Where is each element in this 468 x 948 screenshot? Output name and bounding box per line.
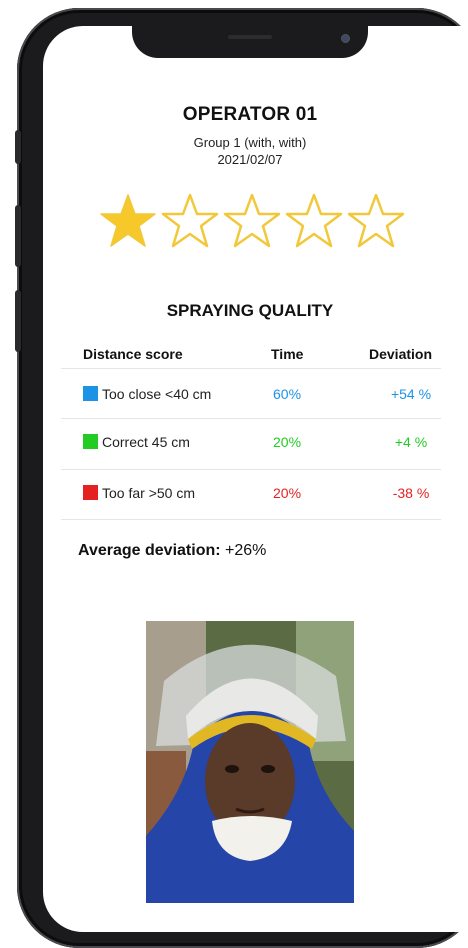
phone-screen: OPERATOR 01 Group 1 (with, with) 2021/02… <box>43 26 468 932</box>
legend-swatch-red <box>83 485 98 500</box>
average-deviation-label: Average deviation: <box>78 542 221 559</box>
operator-date: 2021/02/07 <box>217 152 283 167</box>
table-divider <box>61 418 441 419</box>
header-time: Time <box>271 346 304 362</box>
operator-name: OPERATOR 01 <box>182 104 318 125</box>
operator-photo <box>146 621 354 903</box>
row-time: 60% <box>273 386 302 402</box>
average-deviation-value: +26% <box>225 542 267 559</box>
operator-group: Group 1 (with, with) <box>193 135 307 150</box>
silent-switch <box>15 130 21 164</box>
row-label: Too far >50 cm <box>102 485 195 501</box>
row-label: Correct 45 cm <box>102 434 190 450</box>
star-outline-icon <box>347 193 405 248</box>
header-deviation: Deviation <box>369 346 433 362</box>
star-outline-icon <box>285 193 343 248</box>
row-deviation: +54 % <box>390 386 432 402</box>
notch <box>132 26 368 58</box>
average-deviation: Average deviation: +26% <box>78 542 266 560</box>
volume-up-button <box>15 205 21 267</box>
table-divider <box>61 519 441 520</box>
star-outline-icon <box>161 193 219 248</box>
speaker-grille <box>228 35 272 39</box>
table-divider <box>61 469 441 470</box>
header-distance-score: Distance score <box>83 346 183 362</box>
star-outline-icon <box>223 193 281 248</box>
table-divider <box>61 368 441 369</box>
legend-swatch-green <box>83 434 98 449</box>
row-time: 20% <box>273 434 302 450</box>
front-camera-icon <box>341 34 350 43</box>
table-row: Correct 45 cm 20% +4 % <box>43 434 468 474</box>
volume-down-button <box>15 290 21 352</box>
star-rating <box>98 192 408 254</box>
row-deviation: -38 % <box>392 485 430 501</box>
row-label: Too close <40 cm <box>102 386 212 402</box>
section-title: SPRAYING QUALITY <box>166 301 334 320</box>
star-filled-icon <box>100 194 156 247</box>
row-time: 20% <box>273 485 302 501</box>
table-row: Too close <40 cm 60% +54 % <box>43 386 468 426</box>
row-deviation: +4 % <box>394 434 428 450</box>
legend-swatch-blue <box>83 386 98 401</box>
